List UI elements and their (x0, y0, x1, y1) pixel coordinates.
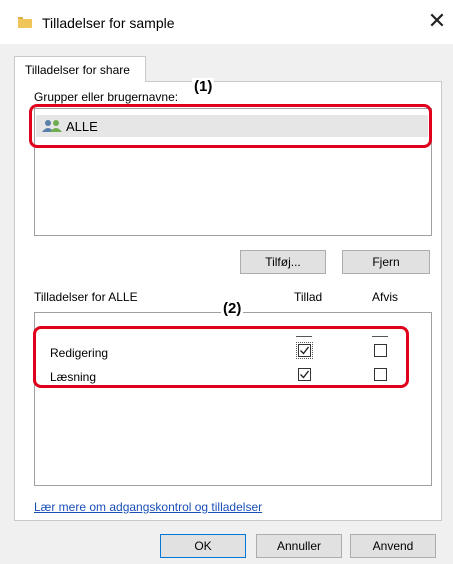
cancel-button-label: Annuller (276, 539, 322, 553)
callout-marker-2: (2) (221, 300, 244, 317)
apply-button-label: Anvend (372, 539, 414, 553)
callout-marker-1: (1) (192, 78, 215, 95)
help-link[interactable]: Lær mere om adgangskontrol og tilladelse… (34, 500, 262, 514)
callout-box-1 (29, 104, 432, 148)
callout-box-2 (33, 326, 409, 388)
remove-button-label: Fjern (372, 255, 400, 269)
folder-icon (18, 17, 32, 28)
window-title: Tilladelser for sample (42, 15, 175, 31)
close-button[interactable]: ✕ (424, 9, 450, 35)
add-button-label: Tilføj... (265, 255, 301, 269)
permissions-label: Tilladelser for ALLE (34, 290, 138, 304)
deny-column-header: Afvis (372, 290, 399, 304)
ok-button-label: OK (194, 539, 212, 553)
tab-share-permissions[interactable]: Tilladelser for share (14, 56, 146, 82)
add-button[interactable]: Tilføj... (240, 250, 326, 274)
groups-label: Grupper eller brugernavne: (34, 90, 179, 104)
allow-column-header: Tillad (294, 290, 323, 304)
ok-button[interactable]: OK (160, 534, 246, 558)
cancel-button[interactable]: Annuller (256, 534, 342, 558)
apply-button[interactable]: Anvend (350, 534, 436, 558)
remove-button[interactable]: Fjern (342, 250, 430, 274)
tab-label: Tilladelser for share (25, 63, 130, 77)
